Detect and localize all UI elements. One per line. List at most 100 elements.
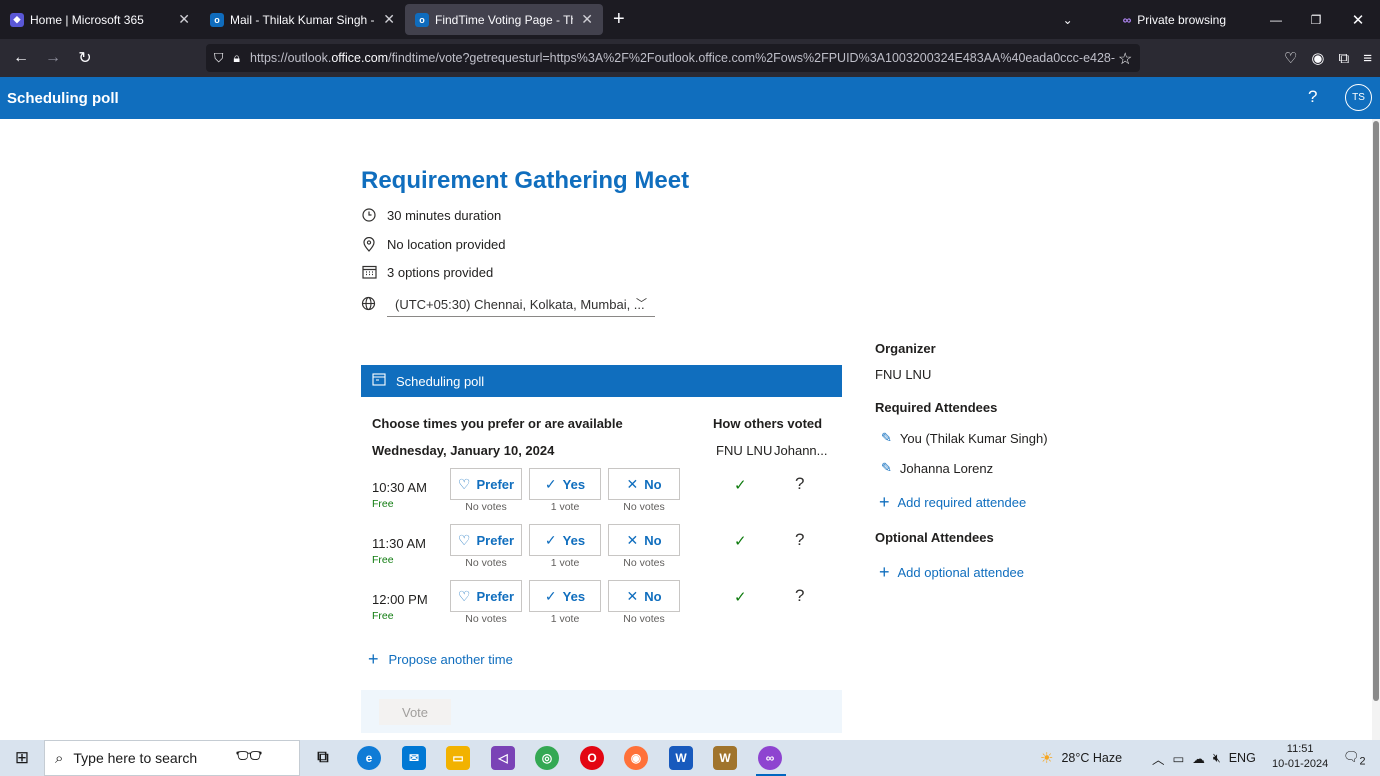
add-optional-attendee-link[interactable]: + Add optional attendee xyxy=(879,562,1024,583)
visual-studio-icon[interactable]: ◁ xyxy=(491,746,515,770)
meeting-title: Requirement Gathering Meet xyxy=(361,167,690,194)
word-document-icon[interactable]: W xyxy=(713,746,737,770)
reload-icon[interactable]: ↻ xyxy=(69,48,101,68)
duration-info: 30 minutes duration xyxy=(361,207,501,223)
back-icon[interactable]: ← xyxy=(5,49,37,67)
minimize-icon[interactable]: — xyxy=(1256,13,1296,27)
attendee-row: ✎ Johanna Lorenz xyxy=(881,460,993,476)
list-tabs-icon[interactable]: ⌄ xyxy=(1063,13,1073,27)
scrollbar-thumb[interactable] xyxy=(1373,121,1379,701)
options-info: 3 options provided xyxy=(361,264,493,280)
pocket-icon[interactable]: ♡ xyxy=(1284,49,1297,67)
avatar[interactable]: TS xyxy=(1345,84,1372,111)
close-tab-icon[interactable]: ✕ xyxy=(178,11,190,28)
close-tab-icon[interactable]: ✕ xyxy=(581,11,593,28)
yes-button[interactable]: ✓ Yes xyxy=(529,524,601,556)
prefer-button[interactable]: ♡ Prefer xyxy=(450,468,522,500)
no-button[interactable]: ✕ No xyxy=(608,524,680,556)
bookmark-star-icon[interactable]: ☆ xyxy=(1118,49,1132,69)
tab-findtime[interactable]: o FindTime Voting Page - Thilak K ✕ xyxy=(405,4,603,35)
plus-icon: + xyxy=(879,562,890,582)
taskbar-search-box[interactable]: ⌕ Type here to search 👓︎ xyxy=(44,740,300,776)
yes-button[interactable]: ✓ Yes xyxy=(529,580,601,612)
battery-icon[interactable]: ▭ xyxy=(1173,751,1185,766)
show-hidden-icons-icon[interactable]: ︿ xyxy=(1152,749,1165,768)
search-icon: ⌕ xyxy=(55,749,64,767)
add-required-label: Add required attendee xyxy=(897,495,1027,510)
plus-icon: + xyxy=(368,649,379,669)
opera-icon[interactable]: O xyxy=(580,746,604,770)
propose-another-time-link[interactable]: + Propose another time xyxy=(368,649,513,670)
firefox-private-icon[interactable]: ∞ xyxy=(758,746,782,770)
no-button[interactable]: ✕ No xyxy=(608,580,680,612)
language-indicator[interactable]: ENG xyxy=(1229,751,1256,765)
yes-count: 1 vote xyxy=(550,501,580,513)
vote-button[interactable]: Vote xyxy=(379,699,451,725)
slot-time: 11:30 AM xyxy=(372,536,426,551)
chrome-icon[interactable]: ◎ xyxy=(535,746,559,770)
restore-icon[interactable]: ❐ xyxy=(1296,13,1336,27)
yes-button[interactable]: ✓ Yes xyxy=(529,468,601,500)
url-bar[interactable]: ⛉ 🔒︎ https://outlook. office.com/findtime… xyxy=(206,44,1140,72)
window-close-icon[interactable]: ✕ xyxy=(1336,11,1380,29)
location-pin-icon xyxy=(361,236,377,252)
mail-icon[interactable]: ✉ xyxy=(402,746,426,770)
new-tab-icon[interactable]: + xyxy=(613,8,625,31)
scrollbar[interactable] xyxy=(1372,119,1380,740)
tracking-shield-icon[interactable]: ⛉ xyxy=(214,51,223,66)
tab-title: FindTime Voting Page - Thilak K xyxy=(435,12,573,27)
prefer-label: Prefer xyxy=(476,532,515,548)
timezone-value: (UTC+05:30) Chennai, Kolkata, Mumbai, ..… xyxy=(395,296,645,312)
tab-home-m365[interactable]: ◆ Home | Microsoft 365 ✕ xyxy=(0,0,200,39)
weather-widget[interactable]: ☀ 28°C Haze xyxy=(1040,740,1122,776)
heart-icon: ♡ xyxy=(457,531,471,548)
lock-icon[interactable]: 🔒︎ xyxy=(233,51,240,66)
prefer-button[interactable]: ♡ Prefer xyxy=(450,580,522,612)
menu-icon[interactable]: ≡ xyxy=(1363,50,1372,67)
search-placeholder: Type here to search xyxy=(73,750,198,766)
main-content xyxy=(0,119,1372,740)
timezone-dropdown[interactable]: (UTC+05:30) Chennai, Kolkata, Mumbai, ..… xyxy=(387,292,655,317)
firefox-icon[interactable]: ◉ xyxy=(624,746,648,770)
tab-title: Home | Microsoft 365 xyxy=(30,12,144,27)
clock[interactable]: 11:51 10-01-2024 xyxy=(1272,742,1328,772)
word-icon[interactable]: W xyxy=(669,746,693,770)
time-slot-row: 11:30 AM Free ♡ Prefer No votes ✓ Yes 1 vote ✕ No… xyxy=(361,524,842,580)
clock-time: 11:51 xyxy=(1286,743,1314,755)
clock-icon xyxy=(361,207,377,223)
notification-center-icon[interactable]: 🗨︎2 xyxy=(1343,749,1366,768)
task-view-icon[interactable]: ⧉ xyxy=(311,746,335,770)
voted-yes-check-icon: ✓ xyxy=(734,477,747,494)
yes-count: 1 vote xyxy=(550,557,580,569)
forward-icon[interactable]: → xyxy=(37,49,69,67)
windows-start-icon[interactable]: ⊞ xyxy=(0,748,44,768)
volume-muted-icon[interactable]: 🔇︎ xyxy=(1213,751,1221,766)
chevron-down-icon: ﹀ xyxy=(636,298,647,310)
edge-icon[interactable]: e xyxy=(357,746,381,770)
x-icon: ✕ xyxy=(626,475,639,492)
add-required-attendee-link[interactable]: + Add required attendee xyxy=(879,492,1026,513)
account-icon[interactable]: ◉ xyxy=(1311,49,1324,67)
slot-time: 12:00 PM xyxy=(372,592,428,607)
private-browsing-label: Private browsing xyxy=(1137,12,1226,27)
pencil-icon[interactable]: ✎ xyxy=(881,430,892,446)
browser-nav-bar: ← → ↻ ⛉ 🔒︎ https://outlook. office.com/fi… xyxy=(0,39,1380,77)
pencil-icon[interactable]: ✎ xyxy=(881,460,892,476)
no-button[interactable]: ✕ No xyxy=(608,468,680,500)
prefer-button[interactable]: ♡ Prefer xyxy=(450,524,522,556)
help-icon[interactable]: ? xyxy=(1308,87,1317,107)
no-label: No xyxy=(644,476,662,492)
time-slot-row: 10:30 AM Free ♡ Prefer No votes ✓ Yes 1 vote ✕ No… xyxy=(361,468,842,524)
no-label: No xyxy=(644,532,662,548)
network-icon[interactable]: ☁ xyxy=(1192,751,1205,766)
close-tab-icon[interactable]: ✕ xyxy=(383,11,395,28)
app-title: Scheduling poll xyxy=(7,89,119,107)
voted-yes-check-icon: ✓ xyxy=(734,533,747,550)
add-optional-label: Add optional attendee xyxy=(897,565,1025,580)
voter-name: FNU LNU xyxy=(716,443,773,458)
file-explorer-icon[interactable]: ▭ xyxy=(446,746,470,770)
outlook-icon: o xyxy=(210,12,224,27)
required-attendees-label: Required Attendees xyxy=(875,400,998,415)
tab-mail[interactable]: o Mail - Thilak Kumar Singh - Out ✕ xyxy=(200,0,405,39)
extensions-icon[interactable]: ⧉ xyxy=(1339,50,1350,67)
